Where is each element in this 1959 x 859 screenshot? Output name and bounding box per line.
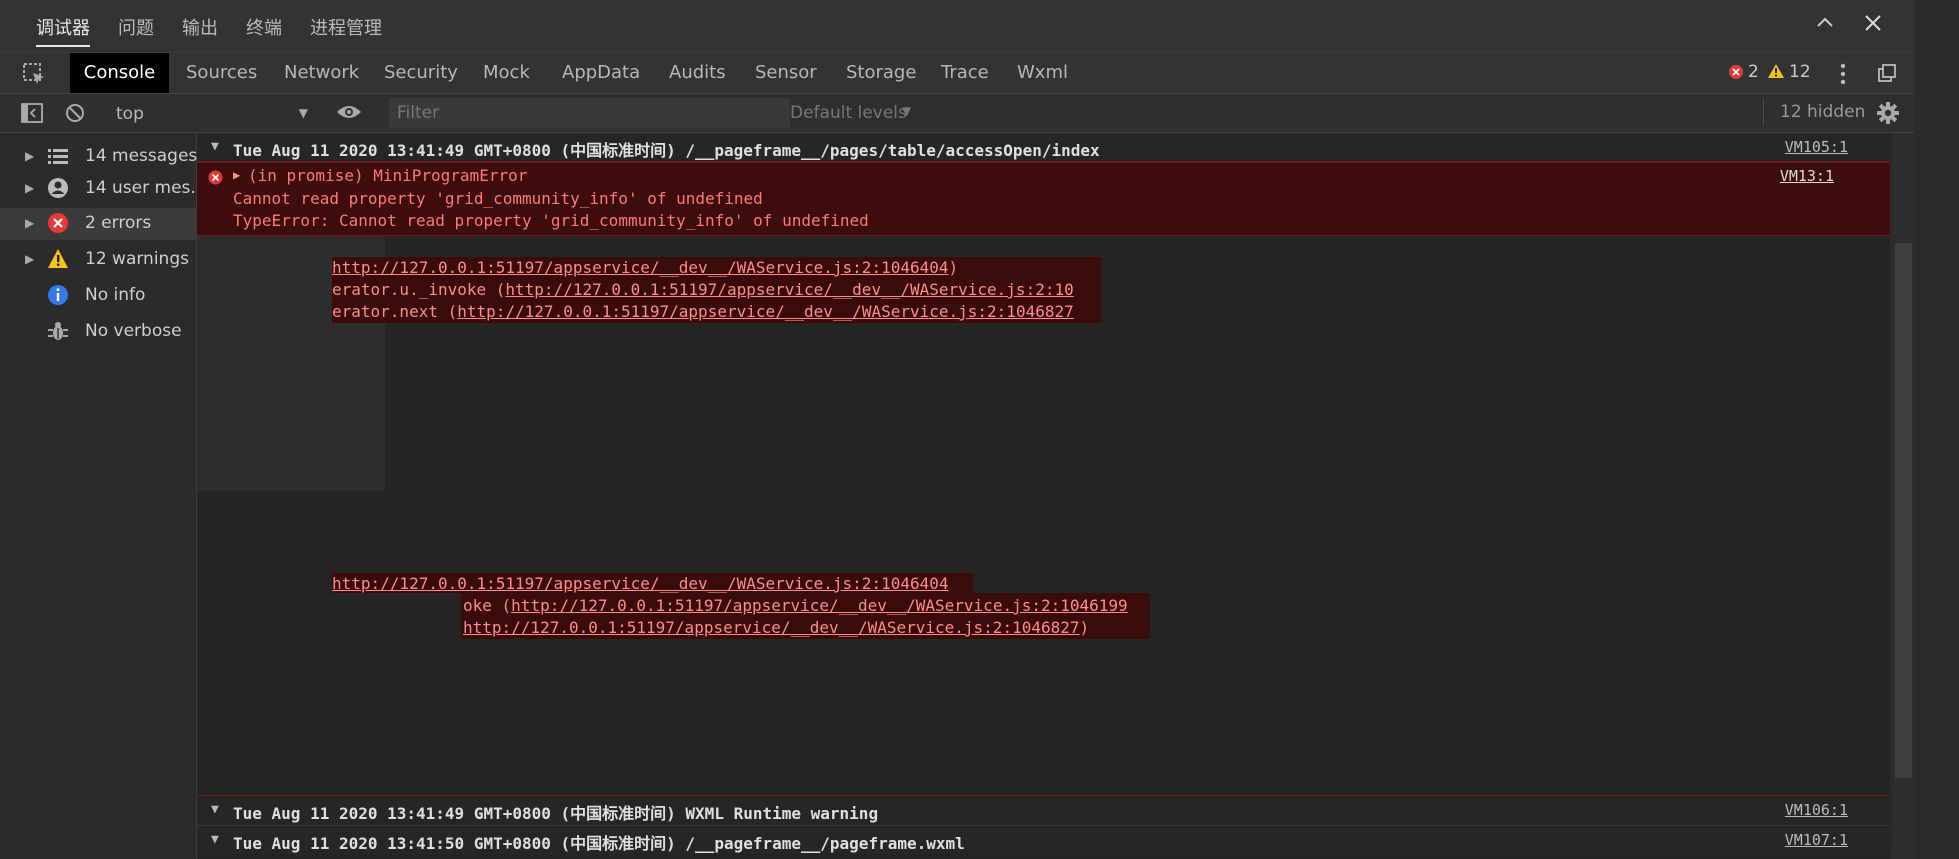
group-title: Tue Aug 11 2020 13:41:49 GMT+0800 (中国标准时… [233, 804, 879, 823]
expand-arrow-icon[interactable]: ▶ [25, 181, 34, 195]
tab-process-manager[interactable]: 进程管理 [310, 14, 382, 40]
stack-link[interactable]: http://127.0.0.1:51197/appservice/__dev_… [332, 258, 949, 277]
stack-line: erator.u._invoke (http://127.0.0.1:51197… [332, 280, 1074, 299]
tab-appdata[interactable]: AppData [562, 53, 640, 93]
info-icon [47, 284, 69, 306]
chevron-down-icon: ▼ [902, 104, 912, 118]
tab-output[interactable]: 输出 [182, 14, 218, 40]
sidebar-item-label: 12 warnings [85, 249, 189, 269]
context-selector[interactable]: top ▼ [104, 96, 314, 130]
error-detail: Cannot read property 'grid_community_inf… [233, 189, 763, 208]
devtools-toolbar: Console Sources Network Security Mock Ap… [0, 53, 1914, 94]
sidebar-item-label: 14 messages [85, 146, 198, 166]
tab-trace[interactable]: Trace [941, 53, 989, 93]
gear-icon[interactable] [1876, 101, 1900, 130]
stack-link[interactable]: http://127.0.0.1:51197/appservice/__dev_… [463, 618, 1080, 637]
group-title: Tue Aug 11 2020 13:41:49 GMT+0800 (中国标准时… [233, 141, 1100, 160]
list-icon [47, 145, 69, 167]
sidebar-item-label: No verbose [85, 321, 182, 341]
source-link[interactable]: VM13:1 [1780, 167, 1834, 185]
stack-line: erator.next (http://127.0.0.1:51197/apps… [332, 302, 1074, 321]
tab-storage[interactable]: Storage [846, 53, 916, 93]
more-options-icon[interactable] [1838, 62, 1848, 91]
error-icon [47, 212, 69, 234]
chevron-down-icon: ▼ [298, 106, 308, 120]
tab-problems[interactable]: 问题 [118, 14, 154, 40]
tab-wxml[interactable]: Wxml [1017, 53, 1068, 93]
source-link[interactable]: VM105:1 [1785, 138, 1848, 156]
active-tab-indicator [36, 45, 90, 47]
stack-link[interactable]: http://127.0.0.1:51197/appservice/__dev_… [505, 280, 1073, 299]
sidebar-item-label: No info [85, 285, 146, 305]
tab-debugger[interactable]: 调试器 [36, 14, 90, 40]
tab-terminal[interactable]: 终端 [246, 14, 282, 40]
error-message: ▶ (in promise) MiniProgramError Cannot r… [197, 162, 1890, 236]
tab-network[interactable]: Network [284, 53, 359, 93]
tab-mock[interactable]: Mock [483, 53, 530, 93]
stack-line: http://127.0.0.1:51197/appservice/__dev_… [463, 618, 1090, 637]
filter-input[interactable] [389, 98, 790, 128]
context-selector-value: top [116, 104, 144, 124]
user-icon [47, 177, 69, 199]
collapse-arrow-icon[interactable]: ▼ [211, 802, 219, 817]
sidebar-item-warnings[interactable]: ▶ 12 warnings [0, 244, 196, 276]
stack-line: http://127.0.0.1:51197/appservice/__dev_… [332, 574, 949, 593]
sidebar-item-label: 2 errors [85, 213, 152, 233]
console-filter-bar: top ▼ Default levels ▼ 12 hidden [0, 94, 1914, 133]
collapse-arrow-icon[interactable]: ▼ [211, 139, 219, 154]
error-count-icon[interactable] [1728, 64, 1744, 85]
collapse-arrow-icon[interactable]: ▼ [211, 832, 219, 847]
hidden-count: 12 hidden [1780, 102, 1866, 122]
stack-link[interactable]: http://127.0.0.1:51197/appservice/__dev_… [332, 574, 949, 593]
error-head: (in promise) MiniProgramError [248, 166, 528, 185]
tab-audits[interactable]: Audits [669, 53, 726, 93]
separator [1763, 98, 1764, 126]
inspect-element-icon[interactable] [22, 62, 46, 91]
scrollbar-thumb[interactable] [1895, 243, 1912, 778]
sidebar-item-verbose[interactable]: No verbose [0, 316, 196, 348]
stack-line: http://127.0.0.1:51197/appservice/__dev_… [332, 258, 959, 277]
clear-console-icon[interactable] [64, 102, 86, 129]
error-count[interactable]: 2 [1748, 62, 1759, 82]
eye-icon[interactable] [336, 103, 362, 126]
chevron-up-icon[interactable] [1814, 12, 1836, 39]
undock-icon[interactable] [1877, 63, 1897, 88]
stack-trace-fragment: http://127.0.0.1:51197/appservice/__dev_… [332, 257, 1101, 323]
bug-icon [47, 320, 69, 342]
sidebar-item-info[interactable]: No info [0, 280, 196, 312]
expand-arrow-icon[interactable]: ▶ [25, 216, 34, 230]
expand-arrow-icon[interactable]: ▶ [233, 168, 240, 182]
console-output: ▼ Tue Aug 11 2020 13:41:49 GMT+0800 (中国标… [197, 133, 1890, 859]
group-title: Tue Aug 11 2020 13:41:50 GMT+0800 (中国标准时… [233, 834, 965, 853]
sidebar-item-errors[interactable]: ▶ 2 errors [0, 208, 196, 240]
log-levels-label: Default levels [790, 103, 907, 123]
console-group-header[interactable]: ▼ Tue Aug 11 2020 13:41:49 GMT+0800 (中国标… [197, 133, 1890, 162]
expand-arrow-icon[interactable]: ▶ [25, 252, 34, 266]
console-sidebar: ▶ 14 messages ▶ 14 user mes... ▶ 2 error… [0, 133, 207, 859]
expand-arrow-icon[interactable]: ▶ [25, 149, 34, 163]
sidebar-item-user-messages[interactable]: ▶ 14 user mes... [0, 173, 207, 205]
error-type: TypeError: Cannot read property 'grid_co… [233, 211, 869, 230]
log-levels-dropdown[interactable]: Default levels ▼ [788, 98, 928, 128]
tab-console[interactable]: Console [70, 53, 169, 93]
tab-security[interactable]: Security [384, 53, 458, 93]
toggle-sidebar-icon[interactable] [20, 102, 44, 129]
panel-tab-bar: 调试器 问题 输出 终端 进程管理 [0, 0, 1914, 53]
close-icon[interactable] [1862, 12, 1884, 39]
console-group-header[interactable]: ▼ Tue Aug 11 2020 13:41:49 GMT+0800 (中国标… [197, 795, 1890, 824]
warning-icon [47, 248, 69, 270]
warning-count[interactable]: 12 [1789, 62, 1811, 82]
console-group-header[interactable]: ▼ Tue Aug 11 2020 13:41:50 GMT+0800 (中国标… [197, 825, 1890, 854]
tab-sensor[interactable]: Sensor [755, 53, 817, 93]
warning-count-icon[interactable] [1767, 63, 1785, 84]
stack-link[interactable]: http://127.0.0.1:51197/appservice/__dev_… [511, 596, 1128, 615]
stack-link[interactable]: http://127.0.0.1:51197/appservice/__dev_… [457, 302, 1074, 321]
sidebar-item-label: 14 user mes... [85, 178, 207, 198]
source-link[interactable]: VM106:1 [1785, 801, 1848, 819]
error-icon [208, 169, 223, 190]
sidebar-item-messages[interactable]: ▶ 14 messages [0, 141, 198, 173]
tab-sources[interactable]: Sources [186, 53, 257, 93]
stack-line: oke (http://127.0.0.1:51197/appservice/_… [463, 596, 1128, 615]
source-link[interactable]: VM107:1 [1785, 831, 1848, 849]
